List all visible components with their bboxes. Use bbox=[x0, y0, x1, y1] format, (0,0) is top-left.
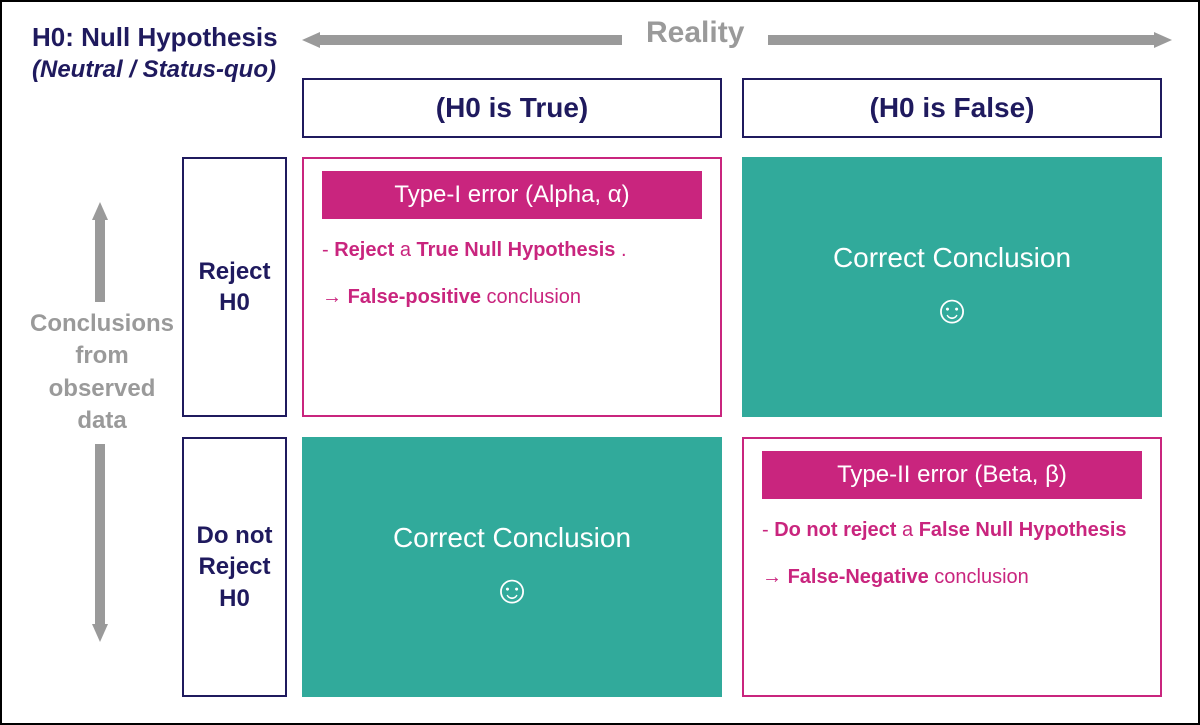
diagram-subtitle: (Neutral / Status-quo) bbox=[32, 56, 276, 84]
diagram-title: H0: Null Hypothesis bbox=[32, 22, 278, 53]
text: False Null Hypothesis bbox=[919, 519, 1127, 541]
text: False-positive bbox=[348, 286, 481, 308]
text: - bbox=[762, 519, 774, 541]
cell-correct-reject-false: Correct Conclusion ☺ bbox=[742, 157, 1162, 417]
text: Do not reject bbox=[774, 519, 896, 541]
row-header-reject: Reject H0 bbox=[182, 157, 287, 417]
text: - bbox=[322, 239, 334, 261]
type2-error-header: Type-II error (Beta, β) bbox=[762, 451, 1142, 499]
column-header-h0-true: (H0 is True) bbox=[302, 78, 722, 138]
text: a bbox=[902, 519, 919, 541]
type2-error-body: - Do not reject a False Null Hypothesis … bbox=[762, 517, 1142, 591]
text: False-Negative bbox=[788, 566, 929, 588]
text: Reject bbox=[334, 239, 394, 261]
correct-conclusion-label: Correct Conclusion bbox=[393, 522, 631, 554]
type1-error-header: Type-I error (Alpha, α) bbox=[322, 171, 702, 219]
correct-conclusion-label: Correct Conclusion bbox=[833, 242, 1071, 274]
smile-icon: ☺ bbox=[492, 568, 533, 613]
column-header-h0-false: (H0 is False) bbox=[742, 78, 1162, 138]
axis-label-conclusions: Conclusions from observed data bbox=[22, 302, 182, 444]
type1-error-body: - Reject a True Null Hypothesis . → Fals… bbox=[322, 237, 702, 311]
cell-correct-notreject-true: Correct Conclusion ☺ bbox=[302, 437, 722, 697]
axis-label-reality: Reality bbox=[622, 16, 768, 50]
cell-type1-error: Type-I error (Alpha, α) - Reject a True … bbox=[302, 157, 722, 417]
row-header-not-reject: Do not Reject H0 bbox=[182, 437, 287, 697]
text: . bbox=[621, 239, 627, 261]
text: → bbox=[762, 566, 788, 588]
text: conclusion bbox=[934, 566, 1029, 588]
text: conclusion bbox=[487, 286, 582, 308]
text: → bbox=[322, 286, 348, 308]
text: a bbox=[400, 239, 417, 261]
smile-icon: ☺ bbox=[932, 288, 973, 333]
text: True Null Hypothesis bbox=[417, 239, 616, 261]
cell-type2-error: Type-II error (Beta, β) - Do not reject … bbox=[742, 437, 1162, 697]
